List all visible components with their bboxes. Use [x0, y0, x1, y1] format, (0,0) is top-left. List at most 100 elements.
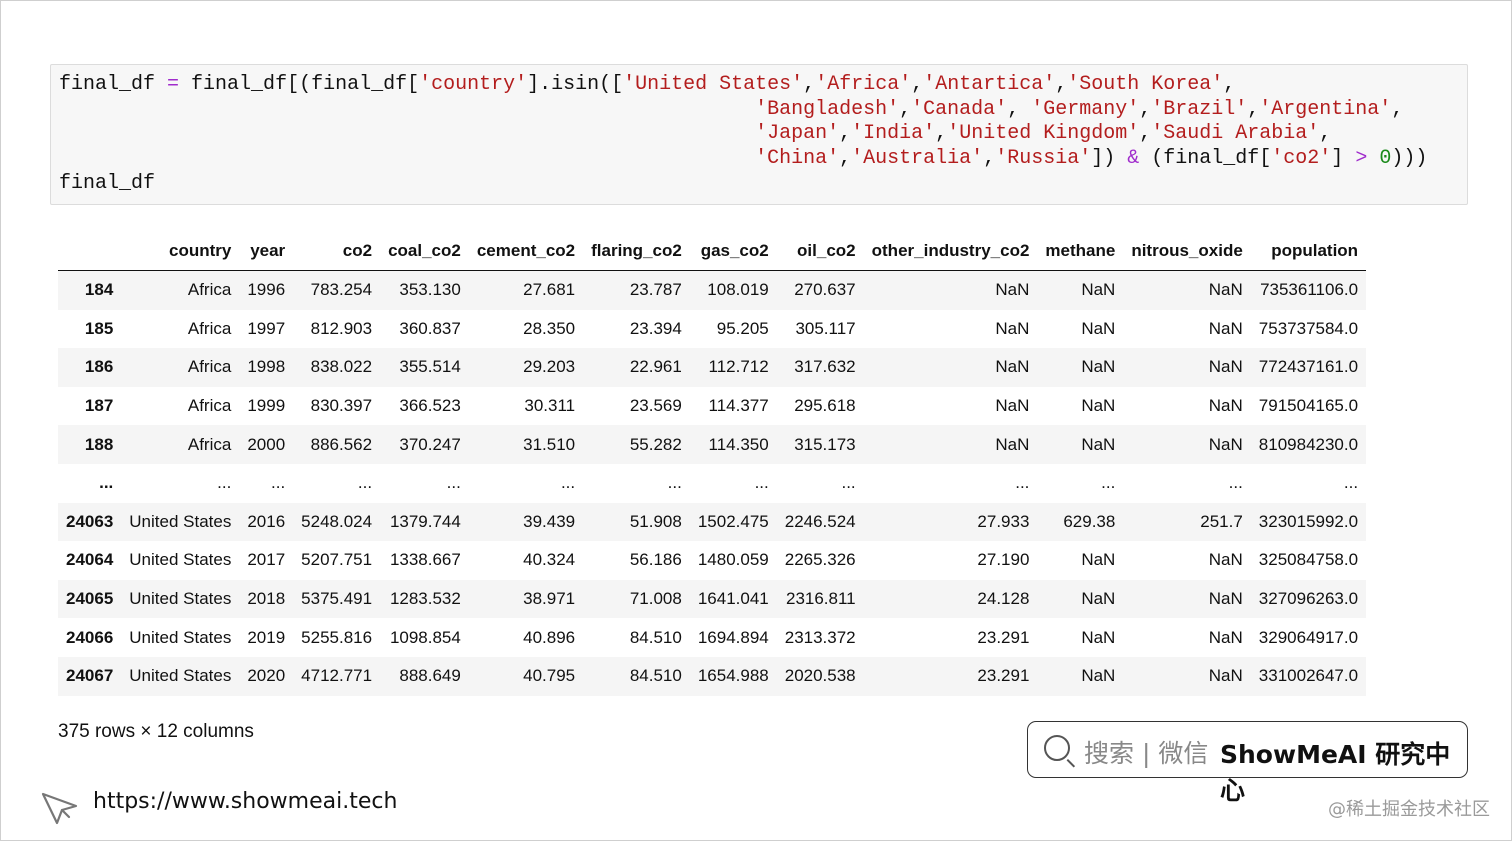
brand-search-box: 搜索 | 微信 ShowMeAI 研究中心 [1027, 721, 1468, 805]
table-cell: 355.514 [399, 357, 461, 377]
table-cell: 2316.811 [785, 589, 856, 609]
row-index: 24067 [66, 666, 114, 686]
table-cell: United States [129, 511, 232, 531]
table-cell: 1098.854 [389, 627, 461, 647]
table-cell: Africa [187, 434, 232, 454]
table-row: 24063 United States 2016 5248.024 1379.744 39… [58, 502, 1367, 542]
table-cell: NaN [995, 357, 1030, 377]
table-cell: NaN [1081, 280, 1116, 300]
row-index: 186 [84, 357, 114, 377]
table-cell: NaN [1208, 627, 1243, 647]
table-cell: 4712.771 [301, 666, 373, 686]
table-cell: 325084758.0 [1258, 550, 1359, 570]
table-cell: 783.254 [310, 280, 373, 300]
table-cell: 2313.372 [784, 627, 856, 647]
table-cell: 5207.751 [301, 550, 373, 570]
table-cell: 40.324 [523, 550, 576, 570]
table-cell: NaN [1208, 396, 1243, 416]
table-cell: 360.837 [399, 318, 461, 338]
table-cell: ... [667, 473, 682, 493]
table-cell: United States [129, 627, 232, 647]
table-cell: 1338.667 [389, 550, 461, 570]
table-cell: 791504165.0 [1258, 396, 1359, 416]
table-cell: 27.190 [977, 550, 1030, 570]
table-row: 24064 United States 2017 5207.751 1338.667 40… [58, 541, 1366, 580]
table-cell: 29.203 [523, 357, 576, 377]
table-cell: 23.291 [977, 627, 1030, 647]
table-cell: NaN [995, 280, 1030, 300]
table-cell: 51.908 [629, 511, 682, 531]
table-row: 24067 United States 2020 4712.771 888.649 40.… [58, 656, 1367, 696]
table-cell: 772437161.0 [1258, 357, 1359, 377]
table-cell: 2020.538 [784, 666, 856, 686]
table-cell: 2020 [247, 666, 286, 686]
table-cell: 27.933 [977, 511, 1030, 531]
column-header: methane [1045, 241, 1116, 260]
table-cell: 5375.491 [301, 589, 373, 609]
search-icon [1044, 735, 1070, 761]
table-cell: 1654.988 [697, 666, 769, 686]
table-cell: 31.510 [523, 434, 576, 454]
table-cell: NaN [1208, 357, 1243, 377]
column-header: flaring_co2 [591, 241, 682, 260]
table-cell: NaN [1081, 589, 1116, 609]
code-editor[interactable]: final_df = final_df[(final_df['country']… [59, 73, 1427, 197]
cursor-icon [41, 792, 78, 825]
table-cell: 2265.326 [784, 550, 856, 570]
table-cell: 23.569 [629, 396, 682, 416]
table-cell: 2000 [247, 434, 286, 454]
table-cell: 1999 [247, 396, 286, 416]
table-cell: 735361106.0 [1260, 280, 1359, 300]
table-cell: ... [446, 473, 461, 493]
table-cell: 812.903 [310, 318, 373, 338]
table-cell: 1997 [247, 318, 286, 338]
table-cell: 295.618 [794, 396, 856, 416]
table-cell: NaN [1081, 434, 1116, 454]
table-row: 185 Africa 1997 812.903 360.837 28.350 23.394 9… [58, 310, 1366, 349]
table-header-row: country year co2 coal_co2 cement_co2 fla… [58, 232, 1367, 271]
table-cell: 114.377 [708, 396, 769, 416]
table-cell: 323015992.0 [1258, 511, 1359, 531]
table-cell: 23.291 [977, 666, 1030, 686]
footer-url-link[interactable]: https://www.showmeai.tech [93, 789, 397, 814]
table-cell: 71.008 [629, 589, 682, 609]
table-cell: 23.787 [629, 280, 682, 300]
column-header: cement_co2 [476, 241, 576, 260]
table-cell: 1694.894 [697, 627, 769, 647]
table-cell: NaN [1081, 318, 1116, 338]
row-index: 184 [84, 280, 114, 300]
table-row: 24066 United States 2019 5255.816 1098.854 40… [58, 618, 1366, 657]
table-cell: 888.649 [399, 666, 461, 686]
row-index: ... [99, 473, 114, 493]
column-header: gas_co2 [700, 241, 769, 260]
column-header: year [250, 241, 286, 260]
table-cell: 5248.024 [301, 511, 373, 531]
table-cell: 370.247 [399, 434, 461, 454]
table-cell: 114.350 [708, 434, 769, 454]
table-cell: 830.397 [310, 396, 373, 416]
table-cell: 1998 [247, 357, 286, 377]
table-cell: 329064917.0 [1258, 627, 1359, 647]
table-cell: NaN [995, 396, 1030, 416]
table-cell: 2017 [247, 550, 286, 570]
code-cell[interactable]: final_df = final_df[(final_df['country']… [50, 64, 1468, 205]
table-cell: NaN [1081, 627, 1116, 647]
table-cell: 2016 [247, 511, 286, 531]
table-cell: ... [1015, 473, 1030, 493]
table-cell: 2246.524 [784, 511, 856, 531]
table-cell: 366.523 [399, 396, 461, 416]
table-cell: ... [560, 473, 576, 493]
table-cell: Africa [187, 357, 232, 377]
column-header: coal_co2 [388, 241, 461, 260]
index-header [58, 232, 121, 271]
column-header: other_industry_co2 [871, 241, 1030, 260]
table-cell: NaN [1208, 589, 1243, 609]
table-cell: 331002647.0 [1258, 666, 1359, 686]
table-cell: 39.439 [523, 511, 576, 531]
table-cell: NaN [1208, 318, 1243, 338]
table-cell: 1641.041 [697, 589, 769, 609]
table-row: 188 Africa 2000 886.562 370.247 31.510 55.282 1… [58, 425, 1367, 464]
table-cell: 22.961 [629, 357, 682, 377]
table-cell: 305.117 [795, 318, 856, 338]
column-header: co2 [342, 241, 373, 260]
